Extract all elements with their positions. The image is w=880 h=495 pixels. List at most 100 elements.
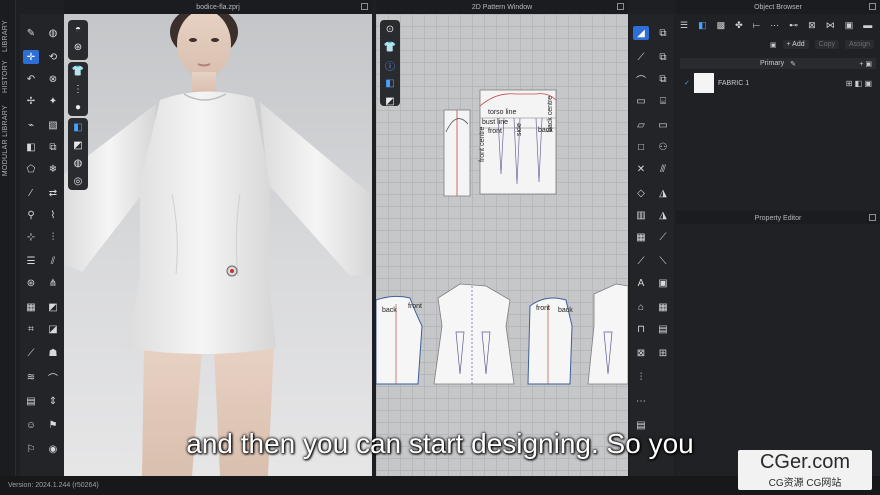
sewing-view-icon[interactable]: ◩	[380, 92, 400, 110]
tuck-icon[interactable]: ⧉	[655, 72, 671, 86]
knit-icon[interactable]: ⫶	[633, 370, 649, 384]
polygon-tool-icon[interactable]: ⬠	[23, 162, 39, 176]
button-tool-icon[interactable]: ⊛	[23, 276, 39, 290]
edit-curvature-icon[interactable]: ▭	[633, 94, 649, 108]
polygon-icon[interactable]: ▱	[633, 118, 649, 132]
trim-2d-icon[interactable]: ⊞	[655, 346, 671, 360]
trim-tool-icon[interactable]: ⌗	[23, 322, 39, 336]
more-tab-icon[interactable]: ▬	[863, 20, 872, 30]
morph-icon[interactable]: ⇕	[45, 394, 61, 408]
puckering-tab-icon[interactable]: ⋯	[770, 20, 779, 31]
maximize-icon[interactable]	[361, 3, 368, 10]
edit-point-icon[interactable]: ⟋	[633, 50, 649, 64]
fit-icon[interactable]: ⟲	[45, 50, 61, 64]
sewing-shirt-icon[interactable]: ◮	[655, 186, 671, 200]
tab-history[interactable]: HISTORY	[2, 60, 9, 93]
texture-tool-icon[interactable]: ▤	[23, 394, 39, 408]
trim-tab-icon[interactable]: ⊠	[808, 20, 816, 31]
maximize-icon[interactable]	[869, 3, 876, 10]
colorway-bar[interactable]: Primary ✎ + ▣	[680, 58, 876, 69]
graphic-2d-icon[interactable]: ▦	[655, 300, 671, 314]
avatar-display-icon[interactable]: ●	[68, 98, 88, 116]
pin-tool-icon[interactable]: ✢	[23, 94, 39, 108]
fabric-view-icon[interactable]: ◧	[380, 74, 400, 92]
symmetry-icon[interactable]: ⫶	[45, 230, 61, 244]
fold-icon[interactable]: ⊓	[633, 322, 649, 336]
dart-icon[interactable]: ◇	[633, 186, 649, 200]
layer-icon[interactable]: ⧉	[45, 140, 61, 154]
select-tool-icon[interactable]: ✎	[23, 26, 39, 40]
edit-colorway-icon[interactable]: ✎	[790, 60, 796, 68]
topstitch-tab-icon[interactable]: ⟝	[753, 20, 760, 31]
camera-icon[interactable]: ◓	[68, 20, 88, 38]
tab-library[interactable]: LIBRARY	[2, 20, 9, 52]
info-icon[interactable]: ⓘ	[380, 56, 400, 74]
2d-pattern-window[interactable]: torso line bust line front side back cen…	[376, 14, 628, 476]
globe-icon[interactable]: ◎	[68, 172, 88, 190]
internal-line-icon[interactable]: ✕	[633, 162, 649, 176]
strength-icon[interactable]: ✦	[45, 94, 61, 108]
shirt-view-icon[interactable]: 👕	[380, 38, 400, 56]
simulate-icon[interactable]: ◍	[45, 26, 61, 40]
maximize-icon[interactable]	[869, 214, 876, 221]
curve-point-icon[interactable]: ⌒	[633, 72, 649, 87]
transform-tool-icon[interactable]: ✛	[23, 50, 39, 64]
light-icon[interactable]: ◍	[68, 154, 88, 172]
garment-display-icon[interactable]: 👕	[68, 62, 88, 80]
arrange-icon[interactable]: ⇄	[45, 186, 61, 200]
shrink-icon[interactable]: ⊗	[45, 72, 61, 86]
tab-modular-library[interactable]: MODULAR LIBRARY	[2, 105, 9, 176]
fabric-row-actions-icon[interactable]: ⊞ ◧ ▣	[846, 79, 872, 88]
add-colorway-icon[interactable]: + ▣	[859, 60, 872, 68]
fold-line-icon[interactable]: ⟍	[655, 254, 671, 268]
maximize-icon[interactable]	[617, 3, 624, 10]
segment-sewing-icon[interactable]: ⧉	[655, 26, 671, 40]
edit-sewing-icon[interactable]: ⚇	[655, 140, 671, 154]
assign-button[interactable]: Assign	[844, 40, 874, 49]
zipper-tab-icon[interactable]: ⊷	[789, 20, 798, 31]
shading-icon[interactable]: ◩	[68, 136, 88, 154]
view-icon[interactable]: ⊛	[68, 38, 88, 56]
seam-allowance-icon[interactable]: ▦	[633, 230, 649, 244]
pleat-2d-icon[interactable]: ⊠	[633, 346, 649, 360]
list-icon[interactable]: ☰	[680, 20, 688, 31]
graphic-tool-icon[interactable]: ▦	[23, 300, 39, 314]
fabric-tab-icon[interactable]: ◧	[698, 20, 707, 31]
elastic-icon[interactable]: ⌇	[45, 208, 61, 222]
rectangle-icon[interactable]: □	[633, 140, 649, 154]
bow-tab-icon[interactable]: ⋈	[826, 20, 835, 31]
body-icon[interactable]: ☗	[45, 346, 61, 360]
notch-icon[interactable]: ⌂	[633, 300, 649, 314]
trace-icon[interactable]: ▥	[633, 208, 649, 222]
stitch-icon[interactable]: ⋯	[633, 394, 649, 408]
folder-icon[interactable]: ▣	[770, 41, 777, 49]
brush-tool-icon[interactable]: ⌁	[23, 118, 39, 132]
sticky-icon[interactable]: ◪	[45, 322, 61, 336]
pattern-view-icon[interactable]: ⊙	[380, 20, 400, 38]
m-to-n-icon[interactable]: ⫻	[655, 162, 671, 176]
3d-viewport[interactable]	[64, 14, 372, 476]
pattern-piece-bodice-block[interactable]	[479, 89, 557, 195]
needle-tool-icon[interactable]: ⁄	[23, 186, 39, 200]
freeze-icon[interactable]: ❄	[45, 162, 61, 176]
fabric-list-item[interactable]: ✓ FABRIC 1 ⊞ ◧ ▣	[680, 72, 876, 94]
hanger-icon[interactable]: ⌒	[45, 370, 61, 385]
pattern-tab-icon[interactable]: ▩	[717, 20, 726, 31]
fold-tool-icon[interactable]: ↶	[23, 72, 39, 86]
free-sewing-icon[interactable]: ⧉	[655, 50, 671, 64]
add-button[interactable]: + Add	[782, 40, 809, 49]
slash-icon[interactable]: ⟋	[633, 254, 649, 268]
seamline-2d-icon[interactable]: ▭	[655, 118, 671, 132]
button-tab-icon[interactable]: ✤	[735, 20, 743, 31]
texture-display-icon[interactable]: ◧	[68, 118, 88, 136]
sewing-shirt-2-icon[interactable]: ◮	[655, 208, 671, 222]
pattern-fabric-icon[interactable]: ▤	[655, 322, 671, 336]
zipper-tool-icon[interactable]: ☰	[23, 254, 39, 268]
puckering-tool-icon[interactable]: ≋	[23, 370, 39, 384]
pattern-piece-front[interactable]	[433, 283, 515, 385]
garment-tool-icon[interactable]: ◧	[23, 140, 39, 154]
scene-tab-icon[interactable]: ▣	[845, 20, 854, 31]
pattern-piece-back-2[interactable]	[587, 283, 628, 385]
text-icon[interactable]: A	[633, 276, 649, 290]
fabric-display-icon[interactable]: ⋮	[68, 80, 88, 98]
